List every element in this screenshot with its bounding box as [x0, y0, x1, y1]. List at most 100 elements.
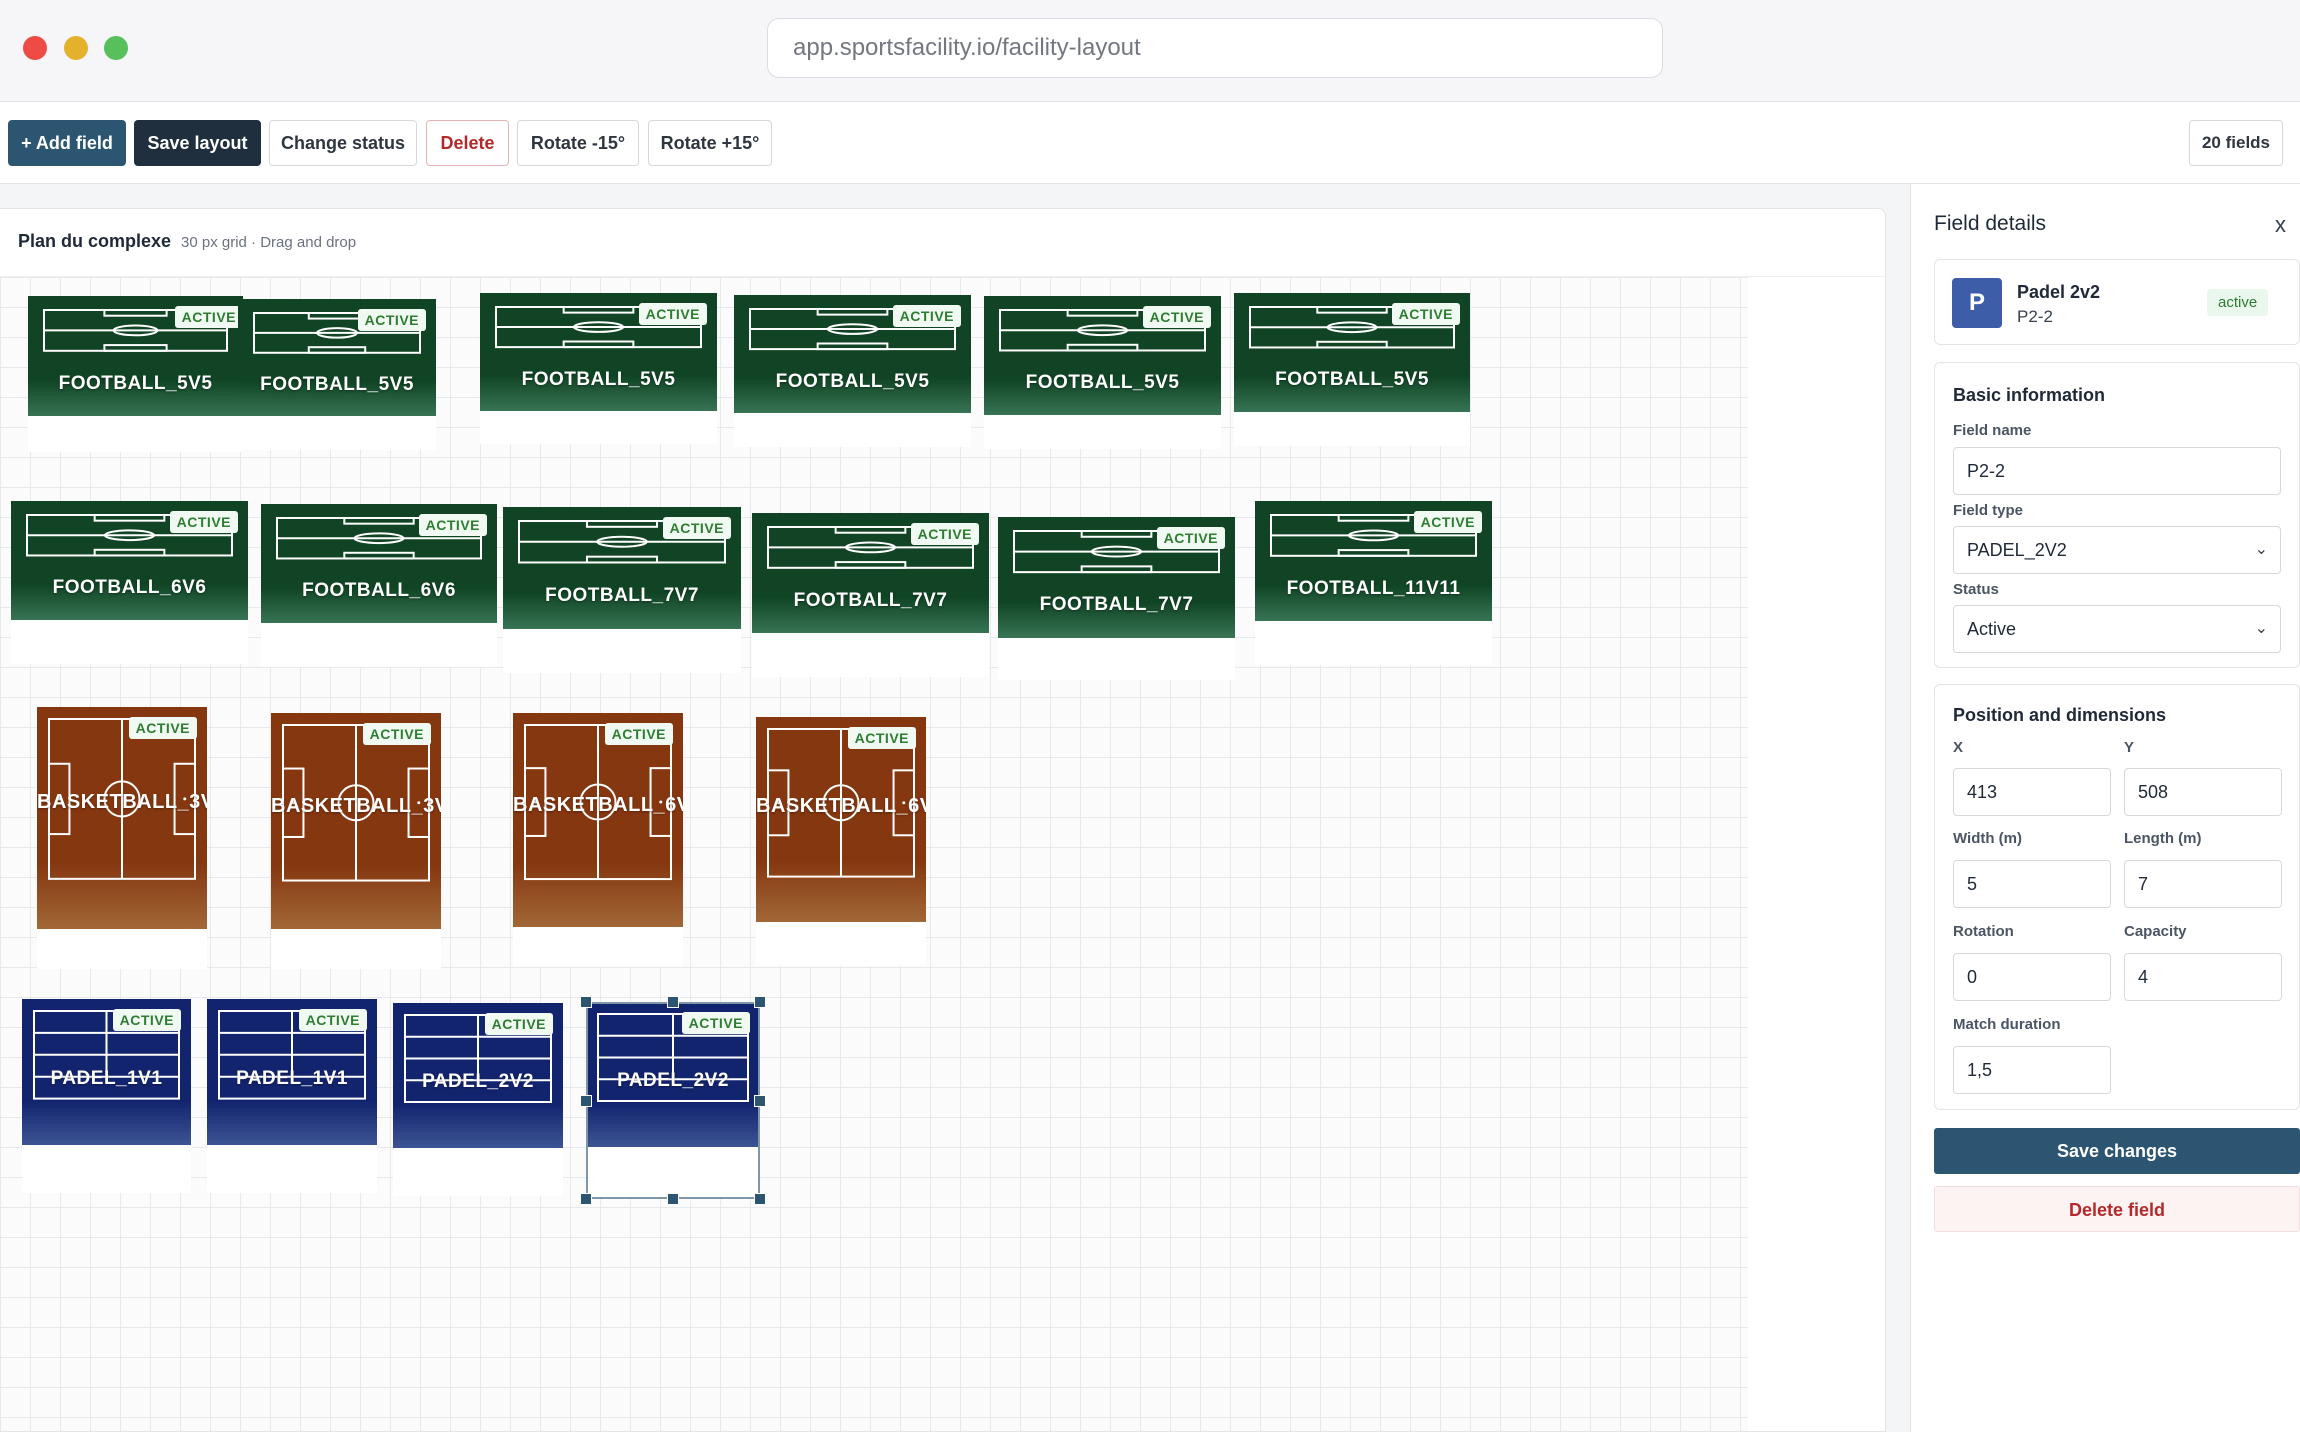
active-status-badge: ACTIVE — [847, 727, 916, 749]
field-tile-basketball-3v3[interactable]: BASKETBALL_3V3 ACTIVE — [271, 713, 441, 969]
position-dimensions-card: Position and dimensions X Y 413 508 Widt… — [1934, 684, 2300, 1110]
field-tile-padel-1v1[interactable]: PADEL_1V1 ACTIVE — [207, 999, 377, 1193]
active-status-badge: ACTIVE — [484, 1013, 553, 1035]
length-input[interactable]: 7 — [2124, 860, 2282, 908]
minimize-window-button[interactable] — [64, 36, 88, 60]
resize-handle[interactable] — [754, 1094, 766, 1107]
field-tile-footprint — [734, 413, 971, 447]
field-tile-footprint — [271, 929, 441, 969]
field-tile-footprint — [1255, 621, 1492, 665]
field-tile-football-7v7[interactable]: FOOTBALL_7V7 ACTIVE — [752, 513, 989, 677]
field-tile-football-6v6[interactable]: FOOTBALL_6V6 ACTIVE — [11, 501, 248, 664]
basic-information-card: Basic information Field name P2-2 Field … — [1934, 362, 2300, 668]
field-tile-footprint — [22, 1145, 191, 1193]
field-tile-label: FOOTBALL_5V5 — [1275, 369, 1429, 391]
capacity-input[interactable]: 4 — [2124, 953, 2282, 1001]
basketball-pitch-graphic — [271, 713, 441, 929]
active-status-badge: ACTIVE — [910, 523, 979, 545]
field-type-select[interactable]: PADEL_2V2 ⌄ — [1953, 526, 2281, 574]
field-tile-football-5v5[interactable]: FOOTBALL_5V5 ACTIVE — [28, 296, 243, 452]
resize-handle[interactable] — [754, 996, 766, 1008]
field-tile-football-5v5[interactable]: FOOTBALL_5V5 ACTIVE — [984, 296, 1221, 449]
width-input[interactable]: 5 — [1953, 860, 2111, 908]
field-tile-footprint — [503, 629, 741, 673]
field-tile-padel-2v2[interactable]: PADEL_2V2 ACTIVE — [580, 996, 766, 1205]
field-tile-padel-1v1[interactable]: PADEL_1V1 ACTIVE — [22, 999, 191, 1193]
y-label: Y — [2124, 739, 2135, 756]
rotate-right-button[interactable]: Rotate +15° — [648, 120, 772, 166]
match-duration-label: Match duration — [1953, 1016, 2061, 1033]
field-tile-footprint — [261, 623, 497, 667]
field-tile-football-11v11[interactable]: FOOTBALL_11V11 ACTIVE — [1255, 501, 1492, 665]
field-tile-footprint — [37, 929, 207, 969]
field-tile-footprint — [513, 927, 683, 967]
match-duration-input[interactable]: 1,5 — [1953, 1046, 2111, 1094]
field-tile-label: FOOTBALL_11V11 — [1286, 577, 1461, 599]
active-status-badge: ACTIVE — [1156, 527, 1225, 549]
field-tile-footprint — [11, 620, 248, 664]
field-tile-basketball-3v3[interactable]: BASKETBALL_3V3 ACTIVE — [37, 707, 207, 969]
active-status-badge: ACTIVE — [638, 303, 707, 325]
field-tile-football-5v5[interactable]: FOOTBALL_5V5 ACTIVE — [1234, 293, 1470, 446]
change-status-button[interactable]: Change status — [269, 120, 417, 166]
active-status-badge: ACTIVE — [362, 723, 431, 745]
field-type-value: PADEL_2V2 — [1967, 540, 2067, 560]
delete-field-button[interactable]: Delete field — [1934, 1186, 2300, 1232]
field-tile-basketball-6v6[interactable]: BASKETBALL_6V6 ACTIVE — [513, 713, 683, 967]
field-tile-footprint — [28, 416, 243, 452]
rotation-input[interactable]: 0 — [1953, 953, 2111, 1001]
field-tile-label: FOOTBALL_7V7 — [545, 585, 699, 607]
field-summary-name: Padel 2v2 — [2017, 282, 2101, 302]
field-tile-label: FOOTBALL_5V5 — [58, 372, 213, 394]
field-tile-football-5v5[interactable]: FOOTBALL_5V5 ACTIVE — [238, 299, 436, 450]
basic-information-title: Basic information — [1953, 385, 2106, 405]
delete-button[interactable]: Delete — [426, 120, 509, 166]
field-name-input[interactable]: P2-2 — [1953, 447, 2281, 495]
field-tile-football-7v7[interactable]: FOOTBALL_7V7 ACTIVE — [998, 517, 1235, 680]
rotate-left-button[interactable]: Rotate -15° — [517, 120, 639, 166]
canvas-header: Plan du complexe 30 px grid · Drag and d… — [0, 209, 1885, 277]
active-status-badge: ACTIVE — [892, 305, 961, 327]
field-tile-footprint — [984, 415, 1221, 449]
resize-handle[interactable] — [667, 996, 679, 1008]
field-tile-padel-2v2[interactable]: PADEL_2V2 ACTIVE — [393, 1003, 563, 1196]
field-tile-label: BASKETBALL_6V6 — [513, 794, 683, 817]
field-tile-football-7v7[interactable]: FOOTBALL_7V7 ACTIVE — [503, 507, 741, 673]
basketball-pitch-graphic — [513, 713, 683, 927]
status-select[interactable]: Active ⌄ — [1953, 605, 2281, 653]
active-status-badge: ACTIVE — [1391, 303, 1460, 325]
x-input[interactable]: 413 — [1953, 768, 2111, 816]
resize-handle[interactable] — [580, 996, 592, 1008]
layout-grid[interactable]: FOOTBALL_5V5 ACTIVE FOOTBALL_5V5 ACTIVE FO… — [0, 277, 1748, 1431]
field-tile-label: BASKETBALL_3V3 — [37, 791, 207, 814]
field-tile-basketball-6v6[interactable]: BASKETBALL_6V6 ACTIVE — [756, 717, 926, 966]
field-summary-card: P Padel 2v2 P2-2 active — [1934, 259, 2300, 345]
length-label: Length (m) — [2124, 830, 2202, 847]
resize-handle[interactable] — [754, 1193, 766, 1205]
field-tile-football-5v5[interactable]: FOOTBALL_5V5 ACTIVE — [480, 293, 717, 444]
resize-handle[interactable] — [580, 1193, 592, 1205]
chevron-down-icon: ⌄ — [2254, 541, 2268, 558]
field-tile-label: FOOTBALL_7V7 — [793, 589, 948, 611]
field-tile-football-5v5[interactable]: FOOTBALL_5V5 ACTIVE — [734, 295, 971, 447]
field-tile-football-6v6[interactable]: FOOTBALL_6V6 ACTIVE — [261, 504, 497, 667]
field-tile-label: BASKETBALL_3V3 — [271, 795, 441, 818]
basketball-pitch-graphic — [37, 707, 207, 929]
add-field-button[interactable]: + Add field — [8, 120, 126, 166]
field-tile-footprint — [998, 638, 1235, 680]
resize-handle[interactable] — [667, 1193, 679, 1205]
save-layout-button[interactable]: Save layout — [134, 120, 261, 166]
field-tile-label: FOOTBALL_6V6 — [52, 577, 207, 599]
close-icon[interactable]: x — [2275, 212, 2286, 238]
resize-handle[interactable] — [580, 1094, 592, 1107]
chevron-down-icon: ⌄ — [2254, 620, 2268, 637]
y-input[interactable]: 508 — [2124, 768, 2282, 816]
address-bar[interactable]: app.sportsfacility.io/facility-layout — [767, 18, 1663, 78]
maximize-window-button[interactable] — [104, 36, 128, 60]
width-label: Width (m) — [1953, 830, 2023, 847]
save-changes-button[interactable]: Save changes — [1934, 1128, 2300, 1174]
active-status-badge: ACTIVE — [128, 717, 197, 739]
close-window-button[interactable] — [23, 36, 47, 60]
toolbar: + Add field Save layout Change status De… — [0, 102, 2300, 184]
canvas-title: Plan du complexe — [18, 231, 172, 251]
